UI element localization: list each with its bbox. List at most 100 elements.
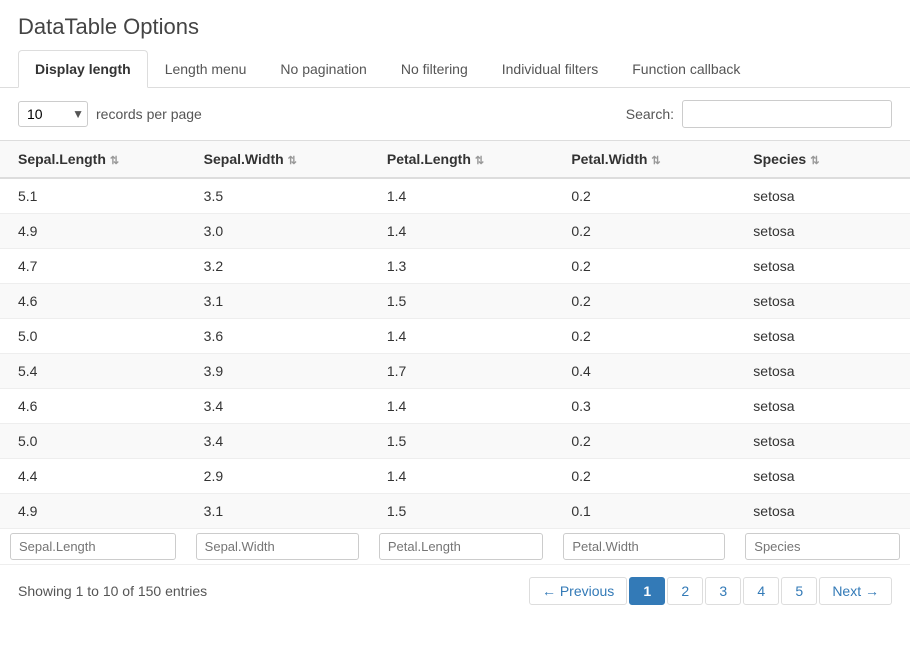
cell-species: setosa (735, 214, 910, 249)
filter-cell (369, 529, 553, 565)
filter-input-sepal_width[interactable] (196, 533, 359, 560)
page-button-2[interactable]: 2 (667, 577, 703, 605)
data-table: Sepal.Length⇅Sepal.Width⇅Petal.Length⇅Pe… (0, 140, 910, 564)
tabs-bar: Display lengthLength menuNo paginationNo… (0, 50, 910, 88)
cell-sepal_width: 3.1 (186, 284, 369, 319)
page-button-4[interactable]: 4 (743, 577, 779, 605)
cell-petal_width: 0.2 (553, 284, 735, 319)
filter-input-petal_length[interactable] (379, 533, 543, 560)
cell-sepal_width: 2.9 (186, 459, 369, 494)
cell-sepal_length: 5.4 (0, 354, 186, 389)
cell-sepal_width: 3.1 (186, 494, 369, 529)
cell-petal_length: 1.4 (369, 459, 553, 494)
cell-species: setosa (735, 249, 910, 284)
table-row: 5.03.61.40.2setosa (0, 319, 910, 354)
cell-petal_width: 0.2 (553, 249, 735, 284)
col-header-sepal_length[interactable]: Sepal.Length⇅ (0, 141, 186, 179)
filter-cell (735, 529, 910, 565)
cell-petal_length: 1.5 (369, 494, 553, 529)
table-header-row: Sepal.Length⇅Sepal.Width⇅Petal.Length⇅Pe… (0, 141, 910, 179)
tab-no-pagination[interactable]: No pagination (263, 50, 383, 88)
cell-species: setosa (735, 494, 910, 529)
cell-petal_width: 0.4 (553, 354, 735, 389)
tab-function-callback[interactable]: Function callback (615, 50, 757, 88)
cell-sepal_length: 4.4 (0, 459, 186, 494)
table-row: 4.93.01.40.2setosa (0, 214, 910, 249)
filter-input-sepal_length[interactable] (10, 533, 176, 560)
pagination: ← Previous12345Next → (529, 577, 892, 605)
page-title: DataTable Options (0, 0, 910, 50)
table-row: 4.93.11.50.1setosa (0, 494, 910, 529)
search-label: Search: (626, 106, 674, 122)
table-row: 5.43.91.70.4setosa (0, 354, 910, 389)
table-row: 4.63.41.40.3setosa (0, 389, 910, 424)
cell-species: setosa (735, 459, 910, 494)
cell-sepal_width: 3.2 (186, 249, 369, 284)
cell-sepal_length: 4.9 (0, 494, 186, 529)
tab-no-filtering[interactable]: No filtering (384, 50, 485, 88)
cell-sepal_length: 4.9 (0, 214, 186, 249)
filter-cell (0, 529, 186, 565)
cell-sepal_length: 4.6 (0, 389, 186, 424)
cell-petal_width: 0.2 (553, 424, 735, 459)
table-row: 5.03.41.50.2setosa (0, 424, 910, 459)
col-header-petal_width[interactable]: Petal.Width⇅ (553, 141, 735, 179)
cell-sepal_width: 3.4 (186, 389, 369, 424)
cell-petal_length: 1.7 (369, 354, 553, 389)
tab-length-menu[interactable]: Length menu (148, 50, 264, 88)
cell-petal_width: 0.1 (553, 494, 735, 529)
records-per-page-label: records per page (96, 106, 202, 122)
cell-petal_width: 0.2 (553, 178, 735, 214)
cell-species: setosa (735, 319, 910, 354)
sort-icon: ⇅ (810, 154, 819, 167)
cell-petal_width: 0.3 (553, 389, 735, 424)
cell-sepal_length: 4.6 (0, 284, 186, 319)
cell-species: setosa (735, 178, 910, 214)
search-input[interactable] (682, 100, 892, 128)
col-header-petal_length[interactable]: Petal.Length⇅ (369, 141, 553, 179)
cell-species: setosa (735, 354, 910, 389)
table-row: 4.42.91.40.2setosa (0, 459, 910, 494)
page-button-5[interactable]: 5 (781, 577, 817, 605)
tab-individual-filters[interactable]: Individual filters (485, 50, 616, 88)
cell-sepal_width: 3.0 (186, 214, 369, 249)
cell-sepal_width: 3.6 (186, 319, 369, 354)
sort-icon: ⇅ (651, 154, 660, 167)
cell-petal_length: 1.3 (369, 249, 553, 284)
prev-button[interactable]: ← Previous (529, 577, 627, 605)
cell-petal_length: 1.5 (369, 424, 553, 459)
table-row: 5.13.51.40.2setosa (0, 178, 910, 214)
filter-input-species[interactable] (745, 533, 900, 560)
page-button-3[interactable]: 3 (705, 577, 741, 605)
cell-sepal_length: 5.1 (0, 178, 186, 214)
cell-petal_length: 1.4 (369, 178, 553, 214)
cell-species: setosa (735, 424, 910, 459)
cell-species: setosa (735, 389, 910, 424)
cell-petal_length: 1.5 (369, 284, 553, 319)
cell-sepal_width: 3.9 (186, 354, 369, 389)
tab-display-length[interactable]: Display length (18, 50, 148, 88)
filter-cell (186, 529, 369, 565)
cell-sepal_width: 3.4 (186, 424, 369, 459)
showing-text: Showing 1 to 10 of 150 entries (18, 583, 207, 599)
cell-petal_width: 0.2 (553, 459, 735, 494)
table-row: 4.63.11.50.2setosa (0, 284, 910, 319)
records-per-page-select[interactable]: 10 25 50 100 (18, 101, 88, 127)
next-button[interactable]: Next → (819, 577, 892, 605)
cell-species: setosa (735, 284, 910, 319)
cell-petal_width: 0.2 (553, 214, 735, 249)
table-row: 4.73.21.30.2setosa (0, 249, 910, 284)
cell-sepal_length: 5.0 (0, 424, 186, 459)
cell-petal_length: 1.4 (369, 214, 553, 249)
col-header-species[interactable]: Species⇅ (735, 141, 910, 179)
page-button-1[interactable]: 1 (629, 577, 665, 605)
cell-sepal_length: 5.0 (0, 319, 186, 354)
sort-icon: ⇅ (110, 154, 119, 167)
cell-petal_width: 0.2 (553, 319, 735, 354)
cell-sepal_length: 4.7 (0, 249, 186, 284)
sort-icon: ⇅ (288, 154, 297, 167)
filter-input-petal_width[interactable] (563, 533, 725, 560)
cell-sepal_width: 3.5 (186, 178, 369, 214)
filter-row (0, 529, 910, 565)
col-header-sepal_width[interactable]: Sepal.Width⇅ (186, 141, 369, 179)
